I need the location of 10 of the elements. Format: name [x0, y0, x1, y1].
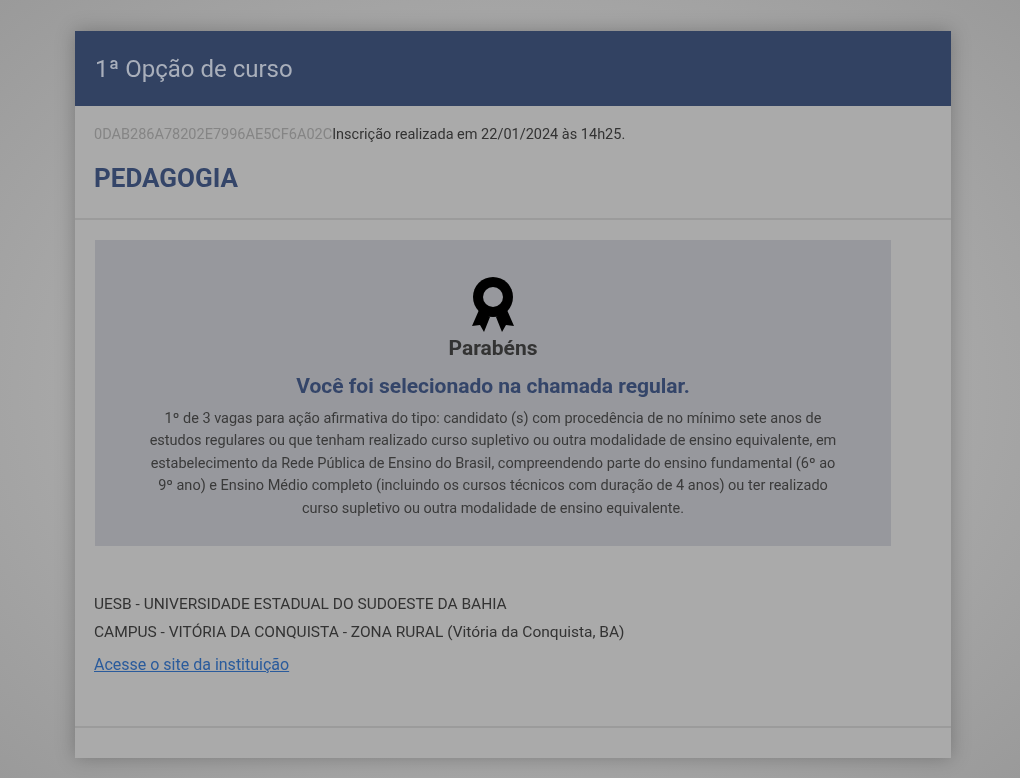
- award-ribbon-icon: [471, 276, 515, 334]
- quota-description: 1º de 3 vagas para ação afirmativa do tipo: candidato (s) com procedência de no mínimo sete anos de estudos regulares ou que tenham realizado curso supletivo ou outra modalidade de ensino equivalente, em estabelecimento da Rede Pública de Ensino do Brasil, compreendendo parte do ensino fundamental (6º ao 9º ano) e Ensino Médio completo (incluindo os cursos técnicos com duração de 4 anos) ou ter realizado curso supletivo ou outra modalidade de ensino equivalente.: [148, 409, 838, 519]
- course-name: PEDAGOGIA: [94, 163, 238, 193]
- congratulations-heading: Parabéns: [448, 336, 538, 360]
- institution-name: UESB - UNIVERSIDADE ESTADUAL DO SUDOESTE DA BAHIA: [94, 594, 507, 616]
- selection-message: Você foi selecionado na chamada regular.: [296, 374, 690, 398]
- card-title: 1ª Opção de curso: [95, 54, 293, 83]
- campus-name: CAMPUS - VITÓRIA DA CONQUISTA - ZONA RURAL (Vitória da Conquista, BA): [94, 622, 625, 644]
- institution-link[interactable]: Acesse o site da instituição: [94, 655, 290, 675]
- registration-date: Inscrição realizada em 22/01/2024 às 14h25.: [332, 126, 626, 143]
